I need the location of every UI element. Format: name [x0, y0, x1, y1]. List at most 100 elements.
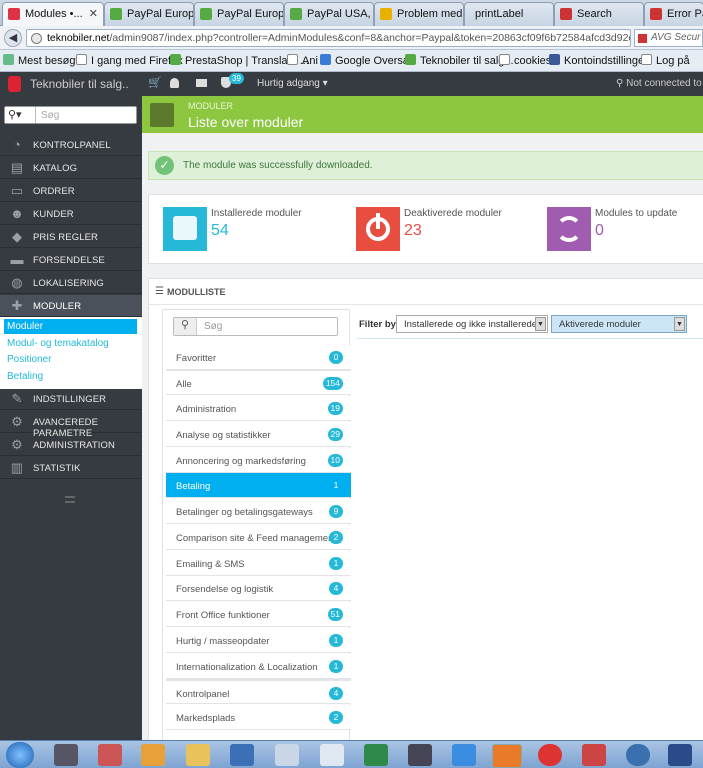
sidebar-subitem-modul-katalog[interactable]: Modul- og temakatalog [4, 336, 137, 351]
browser-tab-search[interactable]: Search [554, 2, 644, 26]
sidebar-item-statistik[interactable]: ▥ STATISTIK [0, 457, 142, 479]
sidebar-item-label: PRIS REGLER [33, 232, 98, 243]
start-button-icon[interactable] [6, 742, 34, 768]
bookmark-mest-besogte[interactable]: Mest besøgte [3, 54, 85, 67]
sidebar-item-moduler[interactable]: ✚ MODULER [0, 295, 142, 317]
category-item-markedsplads[interactable]: Markedsplads 2 [166, 705, 351, 730]
filter-installed-value: Installerede og ikke installerede [404, 319, 538, 330]
sidebar-subitem-positioner[interactable]: Positioner [4, 352, 137, 367]
category-item-analyse[interactable]: Analyse og statistikker 29 [166, 422, 351, 447]
category-item-kontrolpanel[interactable]: Kontrolpanel 4 [166, 679, 351, 704]
category-item-alle[interactable]: Alle 154 [166, 370, 351, 395]
sidebar-search-placeholder: Søg [41, 110, 60, 121]
sidebar-search-field[interactable]: ⚲▾ Søg [4, 106, 137, 124]
browser-tab-modules[interactable]: Modules •... ✕ [2, 2, 104, 27]
sidebar-item-ordrer[interactable]: ▭ ORDRER [0, 180, 142, 202]
envelope-icon[interactable] [196, 79, 207, 87]
category-label: Forsendelse og logistik [176, 584, 274, 595]
sidebar-item-indstillinger[interactable]: ✎ INDSTILLINGER [0, 388, 142, 410]
browser-tab-paypal-usa[interactable]: PayPal USA, ... [284, 2, 374, 26]
image-editor-icon[interactable] [582, 744, 606, 766]
category-label: Analyse og statistikker [176, 430, 271, 441]
breadcrumb[interactable]: MODULER [188, 101, 233, 111]
tab-title: Modules •... [25, 8, 83, 20]
filter-active-select[interactable]: Aktiverede moduler ▼ [551, 315, 687, 333]
category-item-annoncering[interactable]: Annoncering og markedsføring 10 [166, 448, 351, 473]
connection-status[interactable]: ⚲ Not connected to Pr [616, 78, 703, 89]
tab-title: PayPal Europ... [217, 8, 284, 20]
sidebar-subitem-betaling[interactable]: Betaling [4, 369, 137, 384]
ftp-client-icon[interactable] [230, 744, 254, 766]
module-search-field[interactable]: ⚲ Søg [173, 317, 338, 336]
cart-icon[interactable]: 🛒 [148, 76, 162, 89]
category-count-badge: 2 [329, 531, 343, 544]
media-player-icon[interactable] [141, 744, 165, 766]
bookmark-google-oversaet[interactable]: Google Oversæt [320, 54, 416, 67]
category-label: Front Office funktioner [176, 610, 270, 621]
back-arrow-icon[interactable]: ◀ [4, 29, 22, 47]
search-icon[interactable]: ⚲▾ [8, 108, 22, 121]
calculator-icon[interactable] [275, 744, 299, 766]
category-item-hurtig[interactable]: Hurtig / masseopdater 1 [166, 628, 351, 653]
document-app-icon[interactable] [320, 744, 344, 766]
prestashop-icon [405, 54, 416, 65]
category-item-emailing[interactable]: Emailing & SMS 1 [166, 551, 351, 576]
category-item-betalinger[interactable]: Betalinger og betalingsgateways 9 [166, 499, 351, 524]
module-search-placeholder: Søg [204, 321, 223, 332]
prestashop-logo-icon[interactable] [8, 76, 21, 92]
quick-access-dropdown[interactable]: Hurtig adgang ▾ [257, 78, 328, 89]
firefox-icon[interactable] [492, 744, 522, 768]
power-line [376, 213, 380, 229]
sidebar-item-administration[interactable]: ⚙ ADMINISTRATION [0, 434, 142, 456]
filter-installed-select[interactable]: Installerede og ikke installerede ▼ [396, 315, 548, 333]
bookmark-kontoindstillinger[interactable]: Kontoindstillinger [549, 54, 648, 67]
browser-tab-paypal-1[interactable]: PayPal Europ... [104, 2, 194, 26]
browser-tab-problem[interactable]: Problem med... [374, 2, 464, 26]
browser-tab-paypal-2[interactable]: PayPal Europ... [194, 2, 284, 26]
sidebar-item-avancerede-parametre[interactable]: ⚙ AVANCEREDE PARAMETRE [0, 411, 142, 439]
messenger-icon[interactable] [626, 744, 650, 766]
media-app-icon[interactable] [54, 744, 78, 766]
category-item-comparison[interactable]: Comparison site & Feed management 2 [166, 525, 351, 550]
category-item-administration[interactable]: Administration 19 [166, 396, 351, 421]
bookmark-i-gang-med-firefox[interactable]: I gang med Firefox [76, 54, 183, 67]
category-count-badge: 1 [329, 660, 343, 673]
sidebar-item-kunder[interactable]: ☻ KUNDER [0, 203, 142, 225]
panel-title: MODULLISTE [167, 287, 226, 297]
chrome-icon[interactable] [538, 744, 562, 766]
url-path: /admin9087/index.php?controller=AdminMod… [109, 32, 631, 44]
truck-icon: ▬ [10, 252, 24, 267]
category-item-forsendelse[interactable]: Forsendelse og logistik 4 [166, 576, 351, 601]
user-icon[interactable] [170, 78, 179, 88]
category-item-internationalization[interactable]: Internationalization & Localization 1 [166, 654, 351, 679]
sidebar-item-forsendelse[interactable]: ▬ FORSENDELSE [0, 249, 142, 271]
sidebar-item-lokalisering[interactable]: ◍ LOKALISERING [0, 272, 142, 294]
category-item-betaling[interactable]: Betaling 1 [166, 473, 351, 498]
bookmark-cookies[interactable]: cookies [499, 54, 551, 67]
browser-tab-error[interactable]: Error Pa [644, 2, 703, 26]
puzzle-icon [150, 103, 174, 127]
internet-explorer-icon[interactable] [452, 744, 476, 766]
shop-name[interactable]: Teknobiler til salg.. [30, 77, 129, 91]
audio-app-icon[interactable] [408, 744, 432, 766]
close-tab-icon[interactable]: ✕ [89, 7, 98, 20]
sidebar-item-katalog[interactable]: ▤ KATALOG [0, 157, 142, 179]
bookmark-teknobiler[interactable]: Teknobiler til salg... [405, 54, 514, 67]
collapse-sidebar-icon[interactable] [65, 496, 75, 503]
address-bar[interactable]: teknobiler.net/admin9087/index.php?contr… [26, 29, 631, 47]
bookmark-log-pa[interactable]: Log på [641, 54, 690, 67]
category-item-favoritter[interactable]: Favoritter 0 [166, 345, 351, 370]
category-count-badge: 154 [322, 377, 343, 390]
browser-tab-printlabel[interactable]: printLabel [464, 2, 554, 26]
save-disk-icon[interactable] [668, 744, 692, 766]
sidebar-item-pris-regler[interactable]: ◆ PRIS REGLER [0, 226, 142, 248]
bookmark-ani[interactable]: Ani [287, 54, 318, 67]
home-app-icon[interactable] [98, 744, 122, 766]
sidebar-subitem-moduler[interactable]: Moduler [4, 319, 137, 334]
folder-icon[interactable] [186, 744, 210, 766]
avg-search-box[interactable]: AVG Secur [634, 29, 703, 47]
url-domain: teknobiler.net [47, 32, 110, 44]
sidebar-item-kontrolpanel[interactable]: ◔ KONTROLPANEL [0, 134, 142, 156]
publisher-icon[interactable] [364, 744, 388, 766]
category-item-front-office[interactable]: Front Office funktioner 51 [166, 602, 351, 627]
